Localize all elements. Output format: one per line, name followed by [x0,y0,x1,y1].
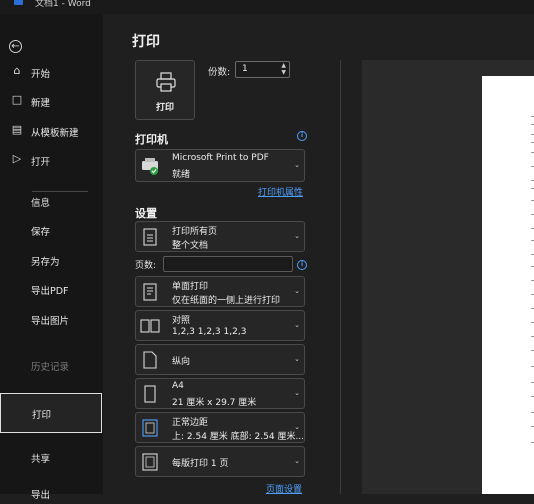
print-panel: 打印 打印 份数: 1 ▲ ▼ 打印机 i Microsoft Print to … [103,14,360,495]
collate-icon [140,318,160,333]
sidebar-item-open[interactable]: ▷ 打开 [0,149,103,171]
setting-line1: 单面打印 [172,282,209,292]
setting-line1: 纵向 [172,357,191,367]
setting-line1: 打印所有页 [172,227,218,237]
margins-icon [142,418,158,437]
setting-line2: 21 厘米 x 29.7 厘米 [172,398,257,408]
title-bar: 文档1 - Word [0,0,534,14]
sidebar-item-share[interactable]: 共享 [0,446,103,468]
copies-label: 份数: [208,67,231,78]
sidebar-item-label: 历史记录 [31,362,70,373]
chevron-down-icon: ⌄ [294,320,300,329]
page-title: 打印 [132,34,160,50]
chevron-down-icon: ⌄ [294,422,300,431]
page-setup-link[interactable]: 页面设置 [266,482,302,495]
preview-page [482,76,534,494]
setting-line1: 每版打印 1 页 [172,459,229,469]
setting-line2: 1,2,3 1,2,3 1,2,3 [172,327,247,337]
sidebar-item-export-image[interactable]: 导出图片 [0,308,103,330]
setting-line2: 上: 2.54 厘米 底部: 2.54 厘米... [172,432,305,442]
sidebar-item-save-as[interactable]: 另存为 [0,249,103,271]
margins-select[interactable]: 正常边距 上: 2.54 厘米 底部: 2.54 厘米... ⌄ [135,412,305,443]
printer-section-heading: 打印机 [135,133,168,146]
print-preview[interactable] [362,60,534,494]
printer-properties-link[interactable]: 打印机属性 [258,185,303,198]
sidebar-item-export[interactable]: 导出 [0,482,103,504]
copies-stepper[interactable]: 1 ▲ ▼ [235,61,290,78]
sidebar-item-info[interactable]: 信息 [0,190,103,212]
sidebar-item-label: 打印 [32,410,52,421]
printer-status: 就绪 [172,170,191,180]
window-title: 文档1 - Word [35,0,91,9]
chevron-down-icon: ⌄ [294,286,300,295]
pdf-printer-icon [142,157,158,175]
chevron-down-icon: ⌄ [294,388,300,397]
new-document-icon: □ [11,93,23,106]
home-icon: ⌂ [13,64,21,77]
setting-line1: 正常边距 [172,418,209,428]
pages-per-sheet-icon [142,452,158,471]
one-sided-icon [143,282,157,301]
word-logo-icon [14,0,23,5]
backstage-sidebar: ← ⌂ 开始 □ 新建 ▤ 从模板新建 ▷ 打开 信息 保存 另存为 导出PDF… [0,14,103,501]
orientation-select[interactable]: 纵向 ⌄ [135,344,305,375]
sidebar-item-save[interactable]: 保存 [0,219,103,241]
sidebar-item-label: 打开 [31,157,51,168]
settings-section-heading: 设置 [135,207,157,220]
sidebar-item-new[interactable]: □ 新建 [0,90,103,112]
printer-icon [156,72,176,92]
sidebar-item-label: 导出PDF [31,286,69,297]
pages-icon [143,227,157,246]
chevron-down-icon: ⌄ [294,456,300,465]
sidebar-item-new-from-template[interactable]: ▤ 从模板新建 [0,120,103,142]
sidebar-item-home[interactable]: ⌂ 开始 [0,61,103,83]
setting-line1: 对照 [172,316,191,326]
print-range-select[interactable]: 打印所有页 整个文档 ⌄ [135,221,305,252]
setting-line1: A4 [172,381,184,391]
sidebar-item-export-pdf[interactable]: 导出PDF [0,278,103,300]
sidebar-item-print[interactable]: 打印 [0,393,102,433]
printer-select[interactable]: Microsoft Print to PDF 就绪 ⌄ [135,149,305,182]
printer-info-icon[interactable]: i [297,131,307,141]
back-arrow-icon[interactable]: ← [9,40,22,53]
chevron-down-icon: ⌄ [294,231,300,240]
setting-line2: 整个文档 [172,241,209,251]
sidebar-item-label: 共享 [31,454,51,465]
sidebar-item-label: 新建 [31,98,51,109]
copies-value: 1 [242,64,248,74]
sidebar-item-label: 开始 [31,69,51,80]
chevron-down-icon: ⌄ [294,354,300,363]
sidebar-item-label: 另存为 [31,257,60,268]
pages-info-icon[interactable]: i [297,260,307,270]
print-button-label: 打印 [155,103,174,113]
template-icon: ▤ [11,123,23,136]
pages-label: 页数: [135,261,157,271]
paper-size-select[interactable]: A4 21 厘米 x 29.7 厘米 ⌄ [135,378,305,409]
sides-select[interactable]: 单面打印 仅在纸面的一侧上进行打印 ⌄ [135,276,305,307]
sidebar-item-label: 信息 [31,198,51,209]
portrait-icon [143,350,157,369]
sidebar-item-history: 历史记录 [0,354,103,376]
sidebar-item-label: 保存 [31,227,51,238]
print-button[interactable]: 打印 [135,60,195,120]
chevron-down-icon: ⌄ [294,160,300,169]
collate-select[interactable]: 对照 1,2,3 1,2,3 1,2,3 ⌄ [135,310,305,341]
sidebar-item-label: 从模板新建 [31,128,79,139]
spin-arrows-icon[interactable]: ▲ ▼ [281,62,286,76]
paper-size-icon [144,384,156,403]
printer-name: Microsoft Print to PDF [172,153,269,163]
pages-per-sheet-select[interactable]: 每版打印 1 页 ⌄ [135,446,305,477]
sidebar-item-label: 导出图片 [31,316,70,327]
panel-divider [340,60,341,494]
sidebar-item-label: 导出 [31,490,51,501]
pages-input[interactable] [163,256,293,272]
folder-open-icon: ▷ [12,152,22,165]
setting-line2: 仅在纸面的一侧上进行打印 [172,296,281,306]
